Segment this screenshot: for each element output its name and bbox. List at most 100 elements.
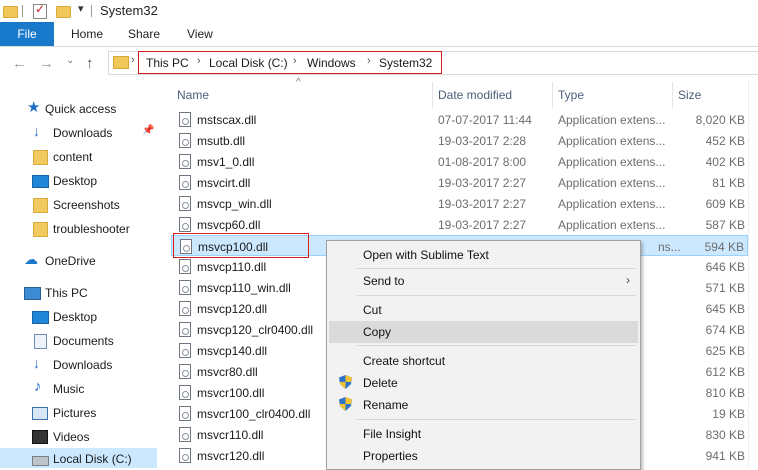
vertical-scrollbar[interactable] [748,80,758,468]
quick-access-dropdown-icon[interactable]: ▾ [78,2,84,15]
file-name: msvcp110_win.dll [197,281,291,295]
breadcrumb-chevron-icon[interactable]: › [293,55,297,67]
download-arrow-icon: ↓ [33,123,40,139]
nav-label: Videos [53,430,90,444]
breadcrumb-this-pc[interactable]: This PC [146,56,189,70]
tab-view[interactable]: View [187,22,213,46]
pin-icon[interactable]: 📌 [142,125,154,136]
breadcrumb-chevron-icon[interactable]: › [197,55,201,67]
dll-file-icon [179,343,191,358]
file-size: 594 KB [704,240,744,254]
nav-label: This PC [45,286,88,300]
file-type: Application extens... [558,218,666,232]
sort-ascending-icon: ^ [296,77,301,88]
file-name: msvcp110.dll [197,260,267,274]
music-note-icon: ♪ [34,378,42,395]
nav-item-music[interactable]: ♪ Music [0,377,157,401]
dll-file-icon [179,133,191,148]
ribbon-bar [0,22,758,47]
column-divider[interactable] [552,82,553,108]
file-row[interactable]: msv1_0.dll 01-08-2017 8:00 Application e… [171,151,748,172]
nav-label: Downloads [53,126,113,140]
nav-item-troubleshooter[interactable]: troubleshooter [0,217,157,241]
file-size: 402 KB [705,155,745,169]
file-row[interactable]: mstscax.dll 07-07-2017 11:44 Application… [171,109,748,130]
folder-icon [113,56,129,69]
nav-item-desktop-quick[interactable]: Desktop [0,169,157,193]
file-date: 19-03-2017 2:28 [438,134,527,148]
file-type: Application extens... [558,113,666,127]
nav-item-desktop[interactable]: Desktop [0,305,157,329]
file-size: 571 KB [705,281,745,295]
drive-icon [32,456,49,466]
column-header-date[interactable]: Date modified [438,88,512,102]
column-header-size[interactable]: Size [678,88,701,102]
file-name: msv1_0.dll [197,155,255,169]
file-name: msvcp_win.dll [197,197,272,211]
back-arrow-icon[interactable]: ← [12,55,27,72]
nav-item-local-disk[interactable]: Local Disk (C:) [0,448,157,468]
breadcrumb-local-disk[interactable]: Local Disk (C:) [209,56,288,70]
forward-arrow-icon[interactable]: → [39,55,54,72]
tab-home[interactable]: Home [71,22,103,46]
nav-item-onedrive[interactable]: ☁ OneDrive [0,249,157,273]
menu-item-properties[interactable]: Properties [329,445,638,467]
nav-item-this-pc[interactable]: This PC [0,281,157,305]
breadcrumb-windows[interactable]: Windows [307,56,356,70]
selected-file-highlight-box [173,233,309,258]
nav-item-quick-access[interactable]: ★ Quick access [0,97,157,121]
menu-item-delete[interactable]: Delete [329,372,638,394]
column-header-type[interactable]: Type [558,88,584,102]
dll-file-icon [179,406,191,421]
nav-item-documents[interactable]: Documents [0,329,157,353]
properties-check-icon[interactable]: ✓ [33,2,47,19]
dll-file-icon [179,217,191,232]
new-folder-icon[interactable] [56,6,71,18]
column-divider[interactable] [672,82,673,108]
menu-item-label: Open with Sublime Text [363,248,489,262]
menu-item-copy[interactable]: Copy [329,321,638,343]
column-header-name[interactable]: Name [177,88,209,102]
nav-item-content[interactable]: content [0,145,157,169]
tab-share[interactable]: Share [128,22,160,46]
recent-locations-chevron-icon[interactable]: ⌄ [66,55,74,66]
file-row[interactable]: msutb.dll 19-03-2017 2:28 Application ex… [171,130,748,151]
file-name: msvcr120.dll [197,449,265,463]
nav-item-screenshots[interactable]: Screenshots [0,193,157,217]
nav-label: Documents [53,334,114,348]
file-name: msvcirt.dll [197,176,251,190]
file-row[interactable]: msvcirt.dll 19-03-2017 2:27 Application … [171,172,748,193]
file-name: msvcr110.dll [197,428,264,442]
file-name: msutb.dll [197,134,246,148]
toolbar-separator [22,5,23,17]
breadcrumb-system32[interactable]: System32 [379,56,432,70]
menu-item-rename[interactable]: Rename [329,394,638,416]
menu-separator [357,419,636,420]
tab-file[interactable]: File [0,22,54,46]
file-size: 19 KB [712,407,745,421]
up-arrow-icon[interactable]: ↑ [86,55,94,72]
breadcrumb-chevron-icon[interactable]: › [131,54,135,66]
nav-item-videos[interactable]: Videos [0,425,157,449]
nav-item-pictures[interactable]: Pictures [0,401,157,425]
nav-item-downloads[interactable]: ↓ Downloads [0,353,157,377]
menu-item-cut[interactable]: Cut [329,299,638,321]
file-row[interactable]: msvcp60.dll 19-03-2017 2:27 Application … [171,214,748,235]
menu-item-create-shortcut[interactable]: Create shortcut [329,350,638,372]
nav-label: Desktop [53,174,98,188]
file-row[interactable]: msvcp_win.dll 19-03-2017 2:27 Applicatio… [171,193,748,214]
menu-item-open-with-sublime[interactable]: Open with Sublime Text [329,244,638,266]
file-name: msvcp120.dll [197,302,268,316]
column-divider[interactable] [432,82,433,108]
menu-item-send-to[interactable]: Send to › [329,270,638,292]
nav-label: Desktop [53,310,98,324]
menu-item-file-insight[interactable]: File Insight [329,423,638,445]
pictures-icon [32,407,48,420]
file-name: msvcr80.dll [197,365,258,379]
file-name: msvcp140.dll [197,344,268,358]
breadcrumb-chevron-icon[interactable]: › [367,55,371,67]
folder-icon [3,6,18,18]
nav-item-downloads-quick[interactable]: ↓ Downloads 📌 [0,121,157,145]
dll-file-icon [179,322,191,337]
folder-icon [33,222,48,237]
